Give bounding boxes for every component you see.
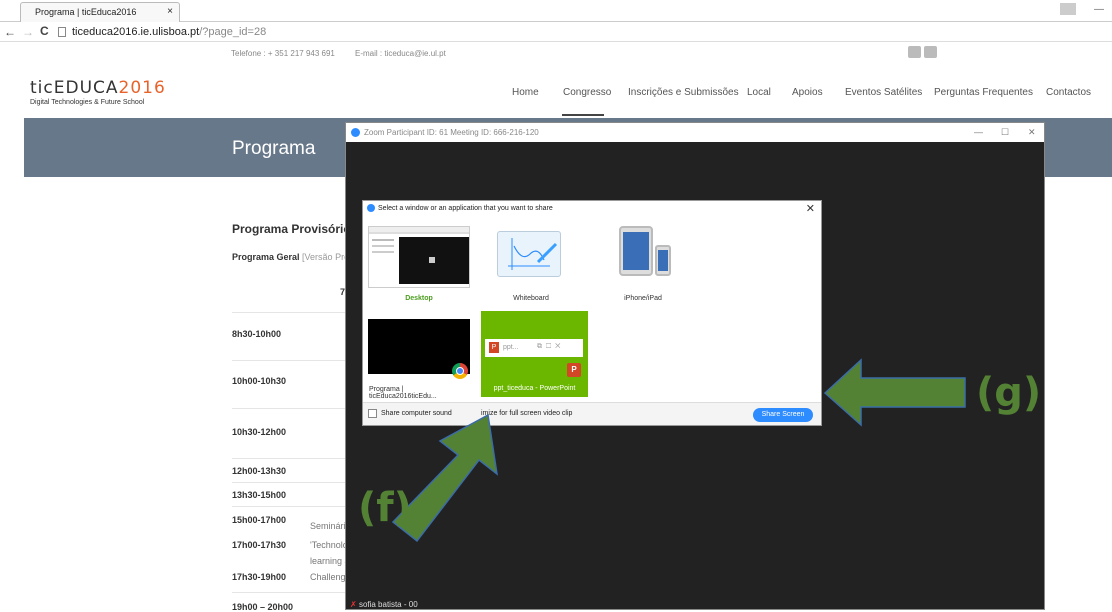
annotation-arrows [391,358,966,543]
arrow-g [823,358,966,427]
annotation-label-f: (f) [358,485,412,531]
annotation-label-g: (g) [976,370,1042,416]
